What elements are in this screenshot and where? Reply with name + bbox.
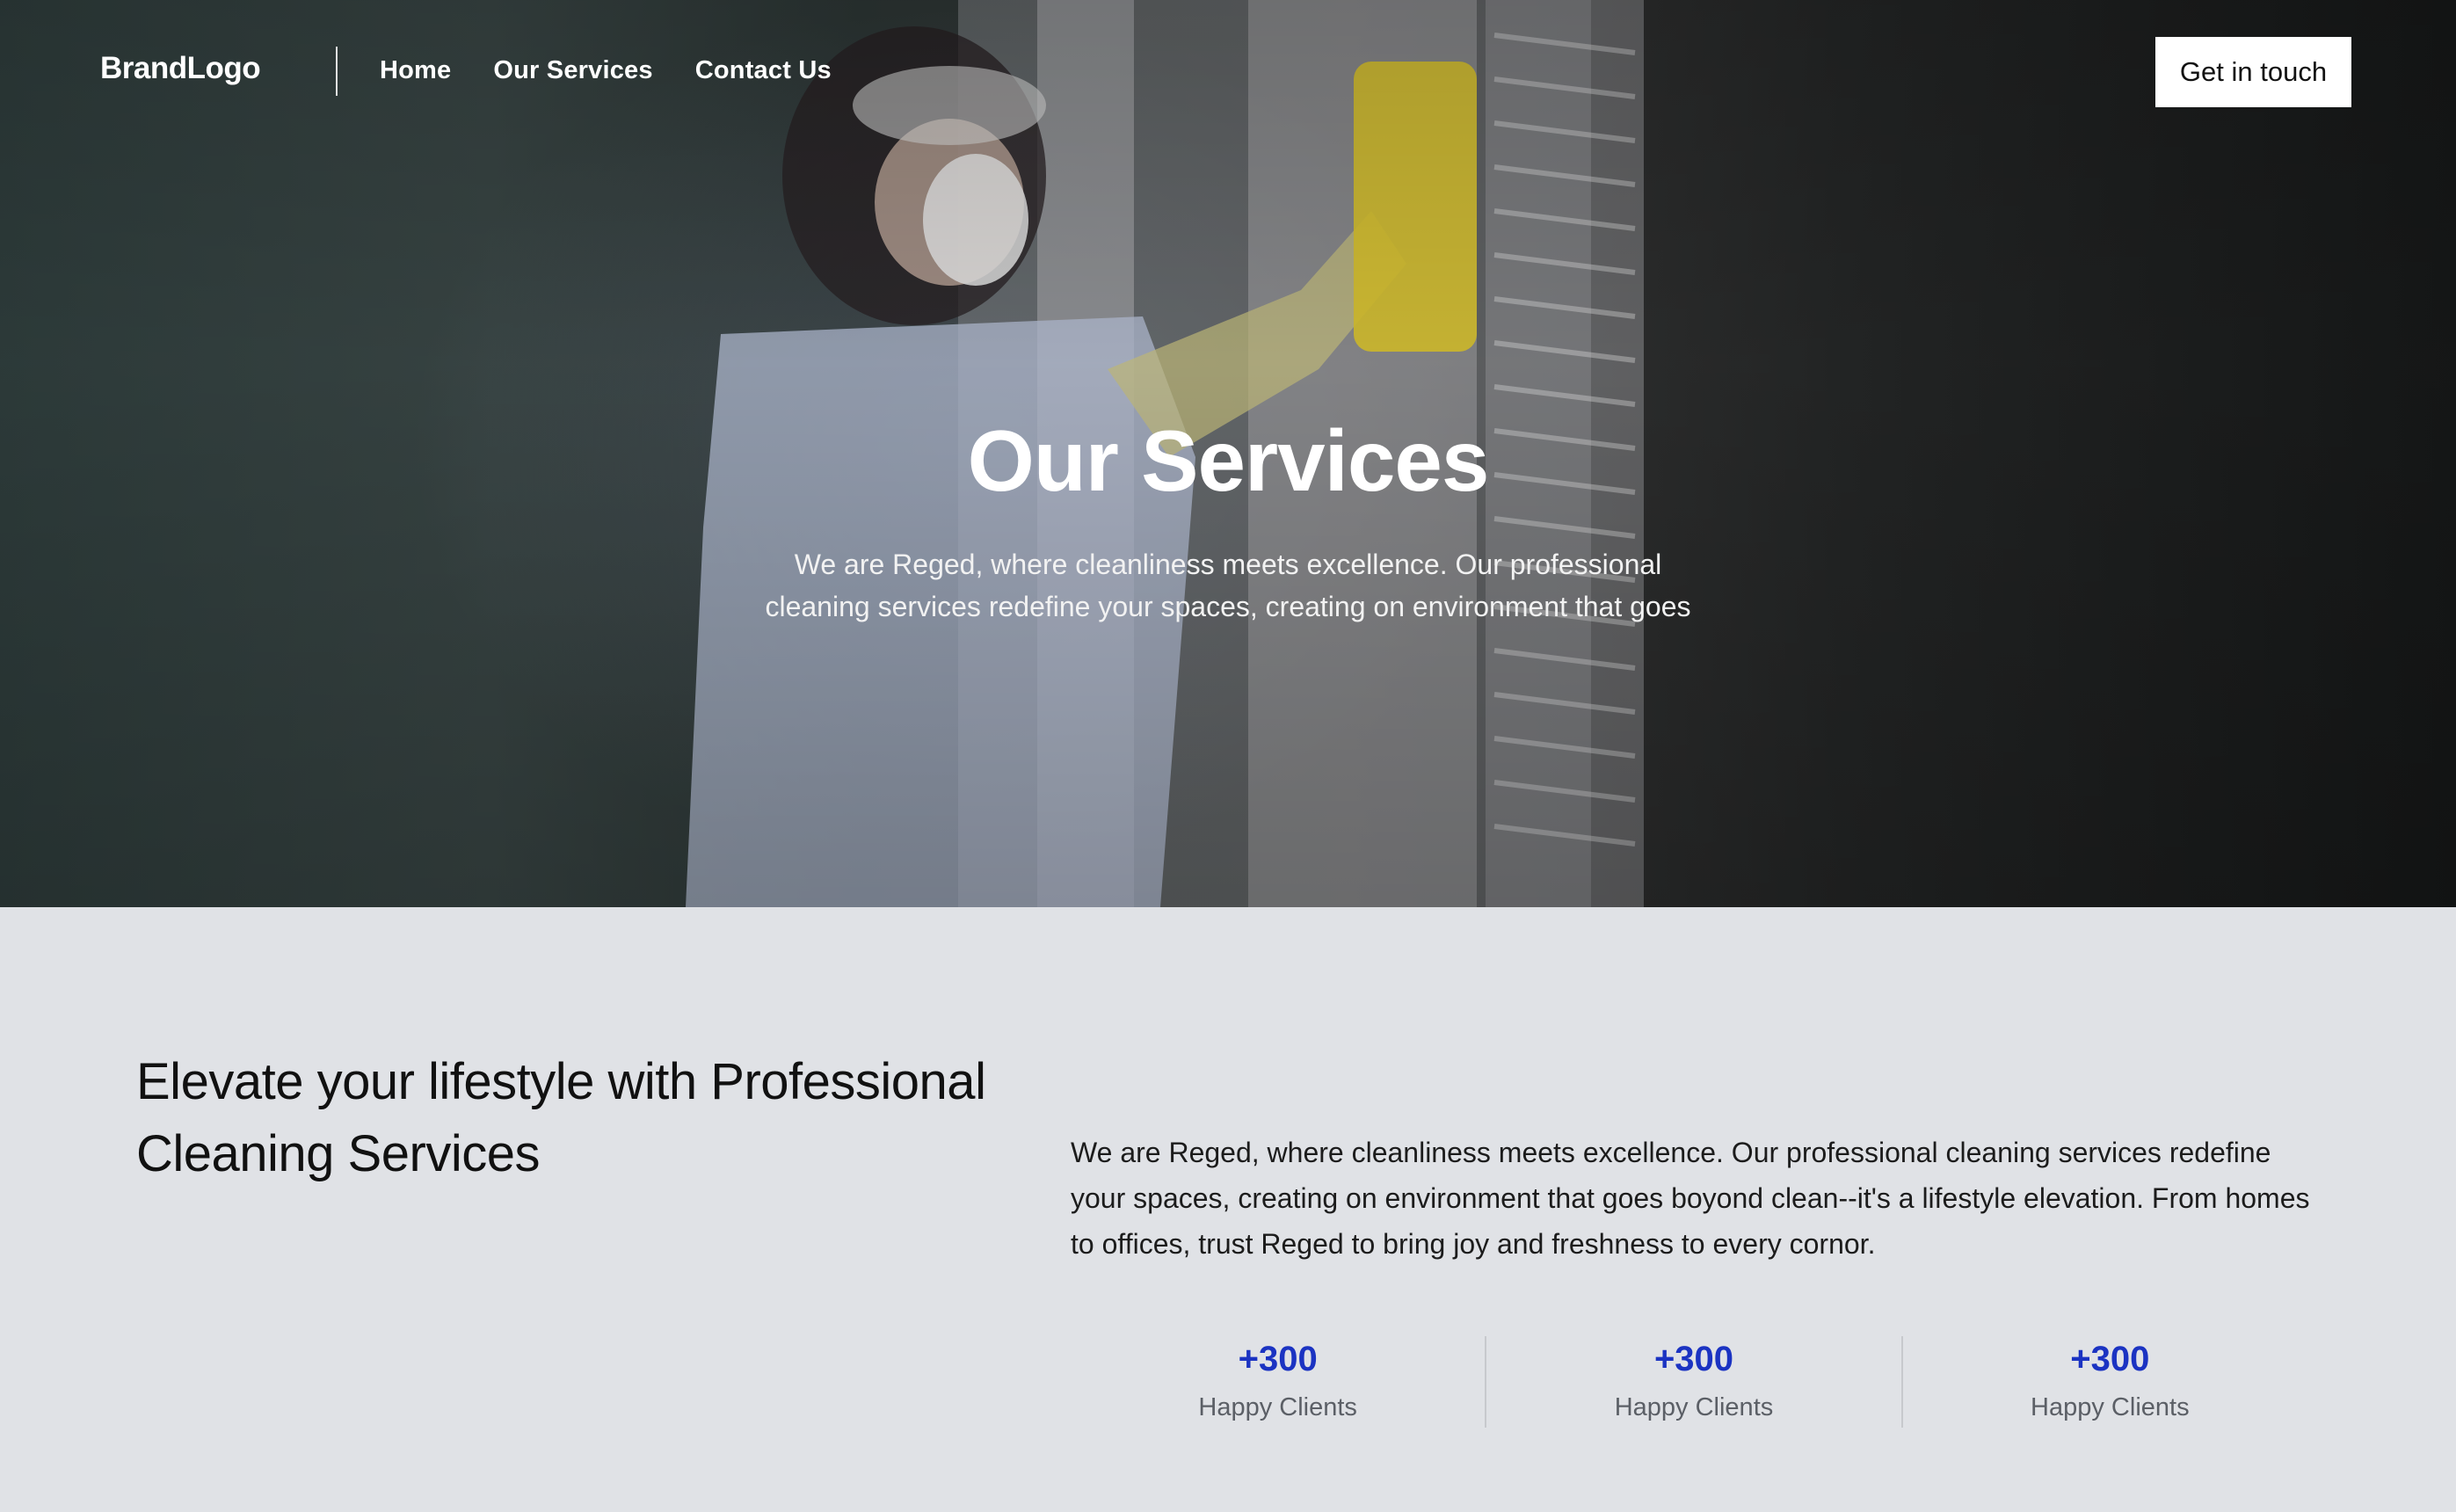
stat-value: +300 [2070, 1340, 2150, 1378]
stat-label: Happy Clients [1614, 1393, 1774, 1421]
intro-body: We are Reged, where cleanliness meets ex… [1071, 1137, 2310, 1260]
intro-heading: Elevate your lifestyle with Professional… [136, 1053, 986, 1182]
nav-link-contact-us[interactable]: Contact Us [695, 56, 832, 85]
nav-divider [336, 47, 338, 96]
stat-value: +300 [1238, 1340, 1318, 1378]
nav-link-our-services[interactable]: Our Services [493, 56, 652, 85]
hero-subtitle: We are Reged, where cleanliness meets ex… [765, 549, 1691, 622]
hero-section: BrandLogo Home Our Services Contact Us G… [0, 0, 2456, 907]
stat-value: +300 [1653, 1340, 1734, 1378]
stat-item: +300 Happy Clients [1900, 1336, 2317, 1428]
brand-logo[interactable]: BrandLogo [100, 51, 261, 86]
stats-row: +300 Happy Clients +300 Happy Clients +3… [1071, 1336, 2317, 1428]
stat-label: Happy Clients [1198, 1393, 1357, 1421]
get-in-touch-button[interactable]: Get in touch [2155, 37, 2351, 107]
stat-item: +300 Happy Clients [1071, 1336, 1485, 1428]
stat-item: +300 Happy Clients [1485, 1336, 1900, 1428]
hero-title: Our Services [967, 412, 1490, 509]
stat-label: Happy Clients [2031, 1393, 2190, 1421]
nav-links: Home Our Services Contact Us [380, 56, 832, 85]
nav-link-home[interactable]: Home [380, 56, 451, 85]
top-navigation: BrandLogo Home Our Services Contact Us G… [0, 0, 2456, 146]
